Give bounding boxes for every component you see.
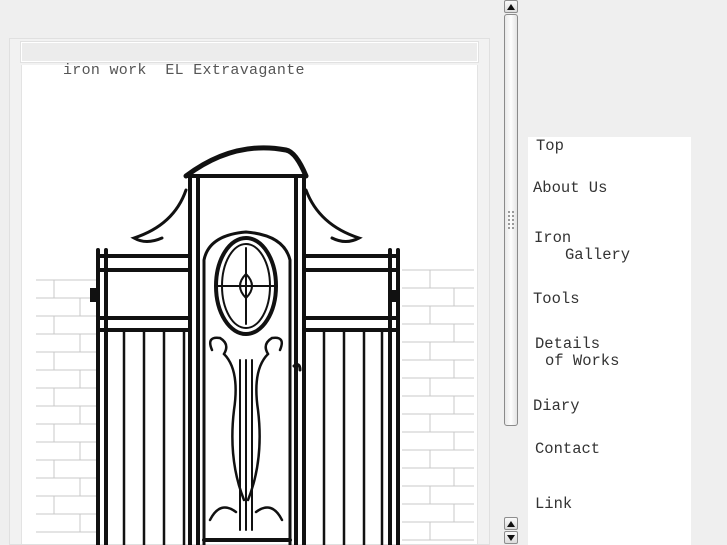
- iron-gate-image: [36, 145, 474, 545]
- scroll-up-button[interactable]: [504, 0, 518, 13]
- site-title: iron work EL Extravagante: [63, 62, 305, 79]
- nav-details-label-2[interactable]: of Works: [545, 353, 619, 370]
- scroll-down-button[interactable]: [504, 531, 518, 544]
- brick-wall-left: [36, 279, 96, 533]
- nav-top-link[interactable]: Top: [536, 138, 564, 155]
- brick-wall-right: [402, 269, 474, 541]
- nav-details-label-1[interactable]: Details: [535, 336, 600, 353]
- grip-icon: [508, 211, 514, 229]
- arrow-up-icon: [507, 520, 515, 527]
- nav-about-link[interactable]: About Us: [533, 180, 607, 197]
- nav-link-link[interactable]: Link: [535, 496, 572, 513]
- site-nav: Top About Us Iron Gallery Tools Details …: [528, 137, 691, 545]
- scroll-down-button-upper[interactable]: [504, 517, 518, 530]
- page-scrollbar[interactable]: [503, 0, 519, 545]
- arrow-up-icon: [507, 3, 515, 10]
- nav-contact-link[interactable]: Contact: [535, 441, 600, 458]
- frame-top-bar: [21, 42, 478, 62]
- nav-gallery-label-1[interactable]: Iron: [534, 230, 571, 247]
- nav-gallery-label-2[interactable]: Gallery: [565, 247, 630, 264]
- gate-frame: [96, 145, 400, 545]
- scroll-thumb[interactable]: [504, 14, 518, 426]
- nav-diary-link[interactable]: Diary: [533, 398, 580, 415]
- arrow-down-icon: [507, 534, 515, 541]
- nav-tools-link[interactable]: Tools: [533, 291, 580, 308]
